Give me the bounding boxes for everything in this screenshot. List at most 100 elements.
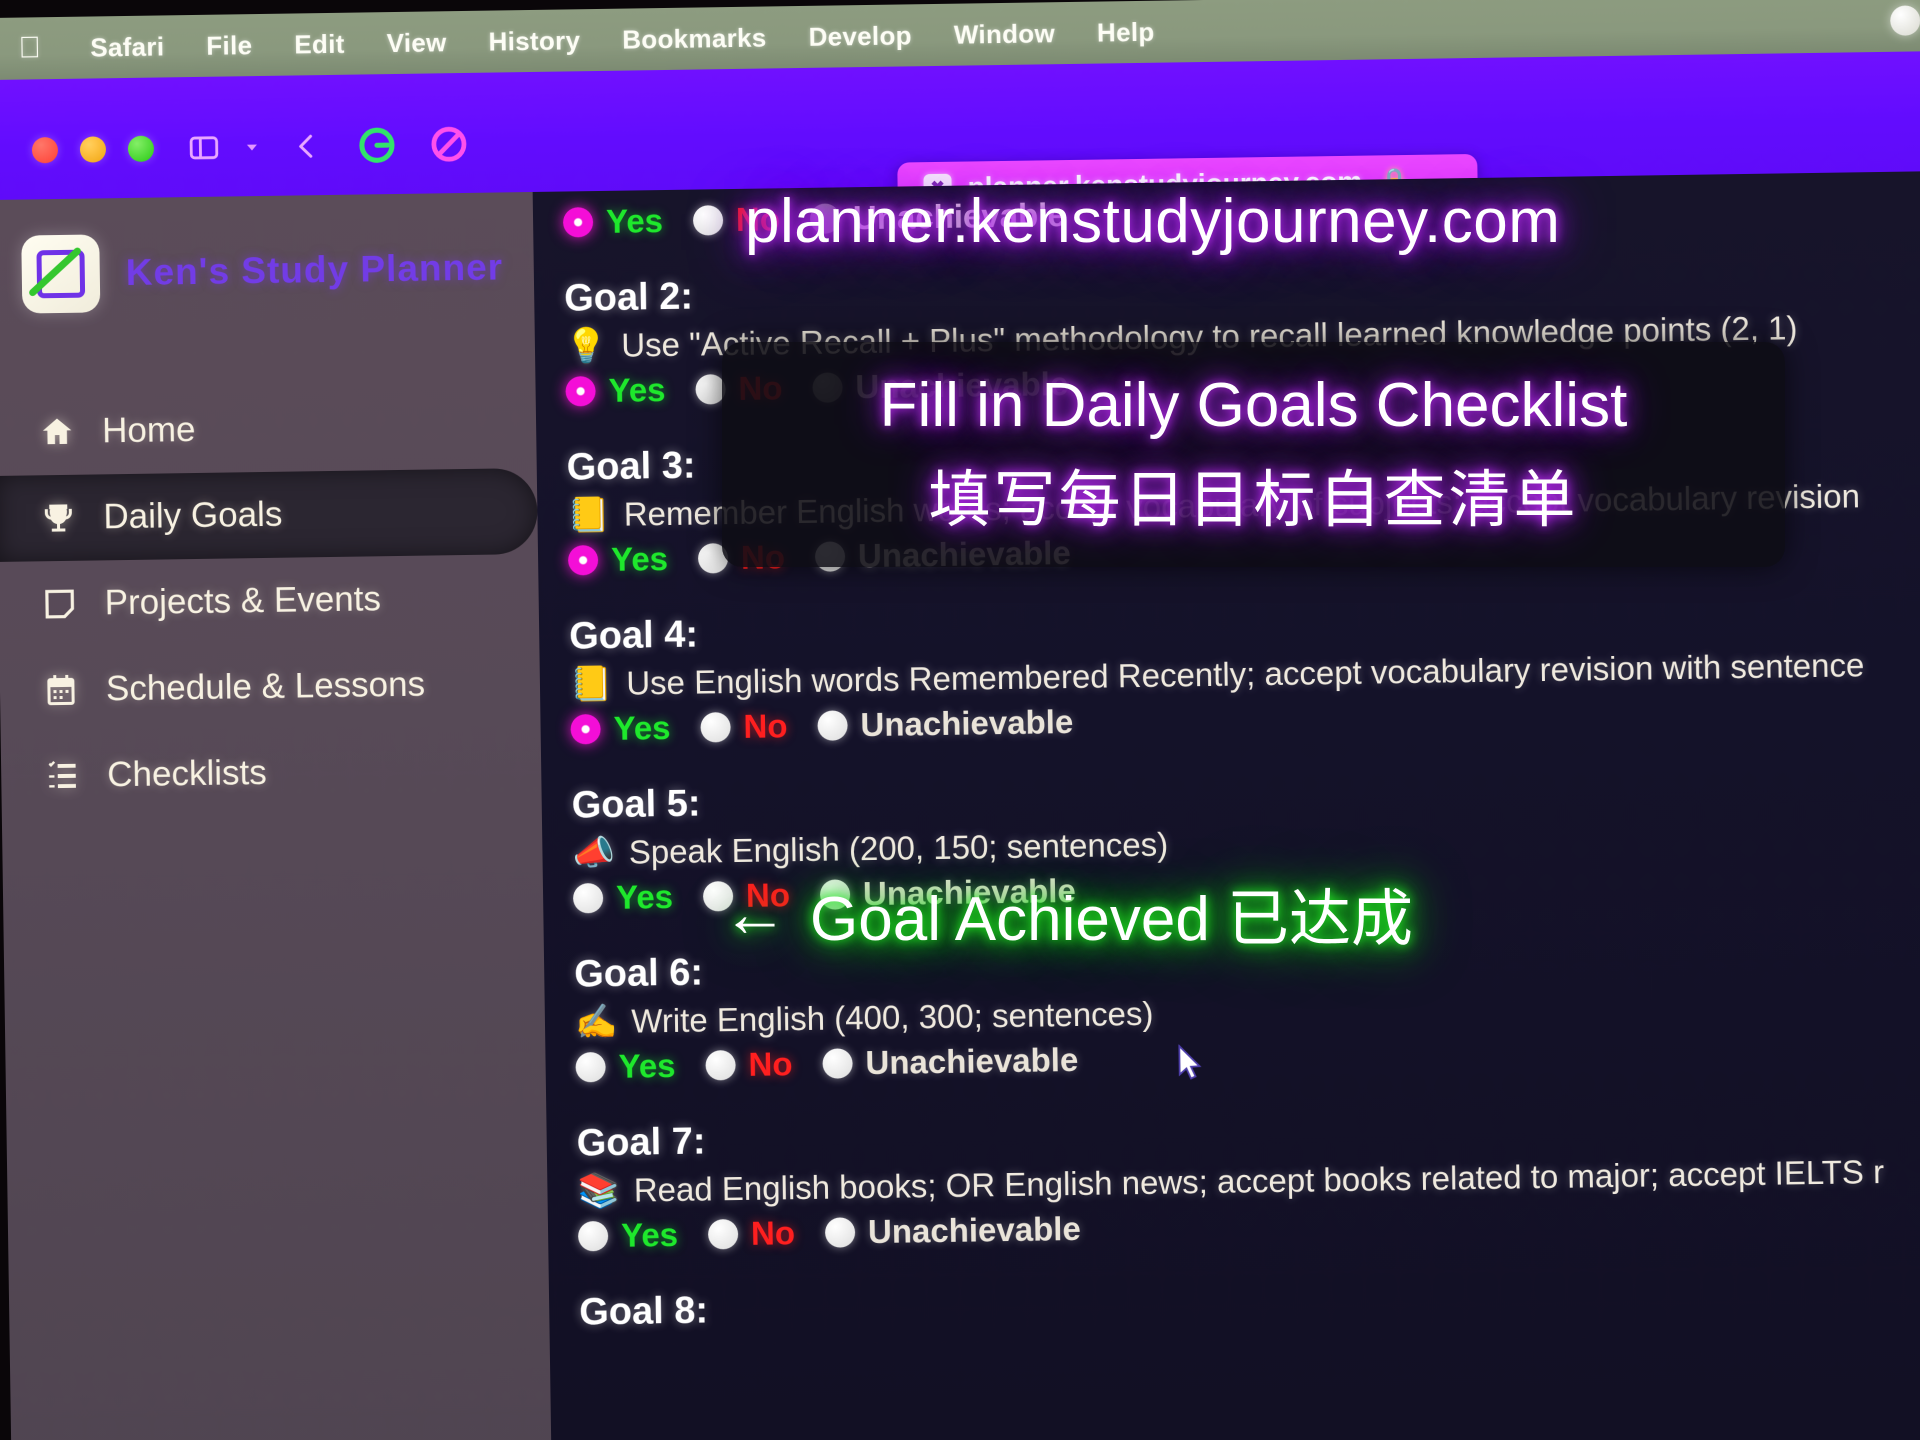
goal-title: Goal 8: bbox=[578, 1289, 709, 1334]
sidebar-item-projects-events[interactable]: Projects & Events bbox=[0, 554, 539, 648]
option-yes[interactable]: Yes bbox=[562, 202, 664, 241]
status-dot-icon[interactable] bbox=[1890, 5, 1920, 36]
option-unachievable[interactable]: Unachievable bbox=[812, 365, 1068, 407]
option-unachievable[interactable]: Unachievable bbox=[824, 1210, 1081, 1252]
option-unachievable[interactable]: Unachievable bbox=[809, 196, 1066, 238]
option-label: No bbox=[740, 538, 786, 576]
notebook-icon: 📒 bbox=[567, 495, 611, 535]
menu-item-develop[interactable]: Develop bbox=[787, 20, 933, 53]
option-label: No bbox=[738, 369, 783, 407]
option-label: Yes bbox=[618, 1046, 676, 1085]
option-yes[interactable]: Yes bbox=[565, 371, 666, 410]
close-icon[interactable] bbox=[31, 137, 59, 164]
brand-title: Ken's Study Planner bbox=[125, 246, 504, 294]
option-label: Yes bbox=[608, 371, 666, 409]
brand-header: Ken's Study Planner IPv6 bbox=[0, 192, 639, 314]
list-icon bbox=[43, 757, 82, 796]
minimize-icon[interactable] bbox=[79, 136, 107, 163]
radio-yes-icon[interactable] bbox=[562, 207, 594, 238]
option-no[interactable]: No bbox=[705, 1045, 793, 1084]
lightbulb-icon: 💡 bbox=[564, 326, 608, 366]
radio-unachievable-icon[interactable] bbox=[824, 1217, 856, 1248]
sidebar-item-home[interactable]: Home bbox=[0, 382, 537, 476]
goal-options: Yes No Unachievable bbox=[562, 183, 1920, 242]
goal-item: Goal 8: bbox=[549, 1271, 1920, 1335]
grammarly-icon[interactable] bbox=[358, 126, 397, 165]
radio-no-icon[interactable] bbox=[692, 205, 724, 236]
sidebar-item-daily-goals[interactable]: Daily Goals bbox=[0, 467, 539, 562]
option-no[interactable]: No bbox=[697, 538, 786, 577]
sidebar-nav: Home Daily Goals Projects & Events Sched… bbox=[0, 382, 542, 820]
option-label: No bbox=[748, 1045, 793, 1083]
radio-no-icon[interactable] bbox=[697, 543, 729, 574]
option-no[interactable]: No bbox=[692, 200, 781, 239]
radio-no-icon[interactable] bbox=[700, 712, 731, 743]
radio-yes-icon[interactable] bbox=[565, 376, 596, 407]
goal-description-text: Write English (400, 300; sentences) bbox=[631, 994, 1154, 1040]
menu-item-file[interactable]: File bbox=[185, 29, 273, 61]
option-no[interactable]: No bbox=[707, 1214, 796, 1253]
menu-item-edit[interactable]: Edit bbox=[273, 28, 366, 60]
option-unachievable[interactable]: Unachievable bbox=[814, 534, 1071, 576]
radio-yes-icon[interactable] bbox=[567, 545, 599, 576]
option-no[interactable]: No bbox=[700, 707, 788, 746]
sidebar-toggle-icon[interactable] bbox=[184, 129, 225, 168]
sidebar-item-label: Daily Goals bbox=[103, 494, 283, 537]
radio-unachievable-icon[interactable] bbox=[809, 203, 841, 234]
option-unachievable[interactable]: Unachievable bbox=[817, 703, 1074, 745]
option-no[interactable]: No bbox=[695, 369, 783, 408]
apple-icon[interactable]:  bbox=[18, 31, 41, 64]
menu-item-bookmarks[interactable]: Bookmarks bbox=[601, 22, 788, 56]
radio-unachievable-icon[interactable] bbox=[814, 541, 846, 572]
radio-yes-icon[interactable] bbox=[570, 714, 601, 745]
option-label: No bbox=[735, 200, 781, 238]
radio-no-icon[interactable] bbox=[702, 881, 734, 912]
trophy-icon bbox=[39, 499, 78, 538]
sidebar-item-label: Home bbox=[101, 409, 196, 451]
radio-unachievable-icon[interactable] bbox=[819, 879, 851, 910]
radio-no-icon[interactable] bbox=[705, 1050, 736, 1081]
option-label: Yes bbox=[610, 540, 669, 578]
menu-item-view[interactable]: View bbox=[365, 26, 467, 59]
radio-no-icon[interactable] bbox=[695, 374, 726, 405]
option-unachievable[interactable]: Unachievable bbox=[819, 872, 1076, 914]
back-chevron-icon[interactable] bbox=[292, 127, 323, 165]
screen-content:  Safari File Edit View History Bookmark… bbox=[0, 0, 1920, 1440]
sidebar-item-label: Projects & Events bbox=[104, 579, 382, 623]
option-label: Yes bbox=[620, 1215, 679, 1254]
radio-yes-icon[interactable] bbox=[577, 1220, 609, 1252]
option-yes[interactable]: Yes bbox=[577, 1215, 679, 1255]
goal-description-text: Speak English (200, 150; sentences) bbox=[628, 825, 1169, 871]
app-logo-icon bbox=[21, 234, 101, 314]
option-yes[interactable]: Yes bbox=[572, 877, 674, 917]
window-traffic-lights bbox=[31, 135, 155, 164]
option-unachievable[interactable]: Unachievable bbox=[822, 1041, 1079, 1083]
goal-item: Goal 7: 📚 Read English books; OR English… bbox=[546, 1102, 1920, 1256]
menu-item-help[interactable]: Help bbox=[1076, 16, 1176, 48]
option-label: No bbox=[743, 707, 788, 745]
radio-no-icon[interactable] bbox=[707, 1219, 739, 1250]
block-icon[interactable] bbox=[430, 125, 469, 164]
option-no[interactable]: No bbox=[702, 876, 791, 915]
sidebar-item-schedule-lessons[interactable]: Schedule & Lessons bbox=[0, 640, 541, 734]
option-label: Yes bbox=[605, 202, 664, 240]
radio-yes-icon[interactable] bbox=[572, 883, 604, 914]
radio-yes-icon[interactable] bbox=[575, 1051, 606, 1083]
zoom-icon[interactable] bbox=[127, 135, 155, 162]
menu-item-safari[interactable]: Safari bbox=[69, 31, 186, 64]
menu-item-window[interactable]: Window bbox=[933, 17, 1077, 50]
chevron-down-icon[interactable] bbox=[240, 128, 265, 166]
daily-goals-list: Yes No Unachievable Goal 2: 💡 Use "Activ… bbox=[532, 170, 1920, 1440]
sidebar-item-checklists[interactable]: Checklists bbox=[1, 726, 542, 820]
option-label: Yes bbox=[615, 877, 674, 916]
note-icon bbox=[45, 589, 75, 619]
option-label: Unachievable bbox=[857, 534, 1071, 575]
radio-unachievable-icon[interactable] bbox=[812, 372, 843, 403]
menu-item-history[interactable]: History bbox=[467, 24, 601, 57]
radio-unachievable-icon[interactable] bbox=[817, 710, 848, 741]
option-yes[interactable]: Yes bbox=[575, 1046, 676, 1086]
option-yes[interactable]: Yes bbox=[570, 709, 671, 748]
radio-unachievable-icon[interactable] bbox=[822, 1048, 853, 1079]
option-yes[interactable]: Yes bbox=[567, 540, 669, 579]
goal-item: Yes No Unachievable bbox=[533, 183, 1920, 242]
